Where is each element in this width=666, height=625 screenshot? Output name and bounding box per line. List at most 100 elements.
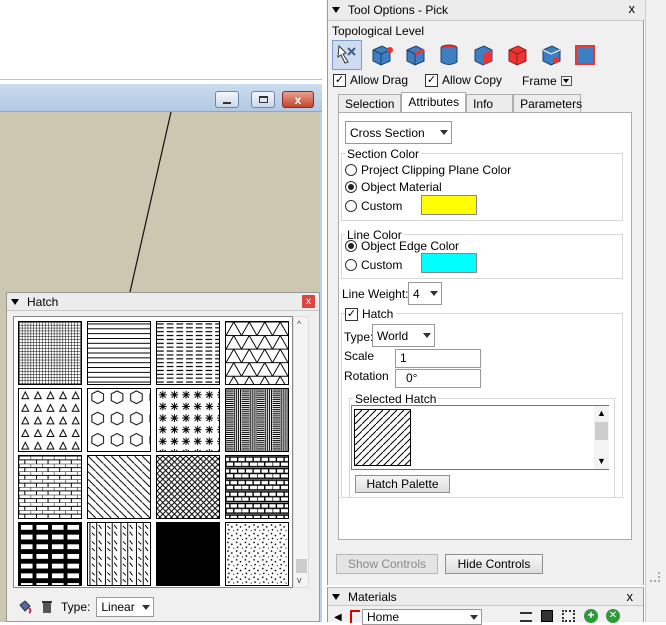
hatch-swatch-dashed-lines[interactable] [156, 321, 220, 385]
section-mode-dropdown[interactable]: Cross Section [345, 121, 452, 144]
app-background-top [0, 0, 322, 80]
component-cube-icon[interactable] [570, 40, 600, 70]
pick-tool-icon[interactable] [332, 40, 362, 70]
tab-parameters[interactable]: Parameters [513, 94, 582, 112]
back-arrow-icon[interactable]: ◀ [334, 612, 342, 623]
list-view-icon[interactable] [520, 612, 532, 622]
selected-hatch-list[interactable]: ▲ ▼ [351, 405, 609, 470]
radio-button-selected[interactable] [345, 240, 357, 252]
tool-options-titlebar[interactable]: Tool Options - Pick x [328, 0, 645, 21]
section-custom-color-swatch[interactable] [421, 195, 477, 215]
hatch-swatch-brick[interactable] [18, 455, 82, 519]
radio-line-custom[interactable]: Custom [345, 258, 402, 272]
color-swatch-icon[interactable] [541, 610, 553, 622]
hatch-panel-close-button[interactable]: x [302, 295, 315, 308]
hatch-swatch-basketweave[interactable] [225, 388, 289, 452]
cylinder-icon[interactable] [434, 40, 464, 70]
solid-cube-icon[interactable] [502, 40, 532, 70]
scroll-thumb[interactable] [296, 559, 307, 573]
allow-drag-check[interactable]: ✓ [333, 73, 346, 87]
hatch-swatch-sand[interactable] [225, 522, 289, 586]
hatch-type-label: Type: [61, 600, 91, 614]
frame-menu[interactable]: Frame [522, 74, 572, 88]
hatch-swatch-triangular-grid[interactable] [225, 321, 289, 385]
hatch-swatch-stars[interactable] [156, 388, 220, 452]
diagonal-lines-pattern [88, 456, 150, 518]
radio-object-edge-color[interactable]: Object Edge Color [345, 239, 459, 253]
allow-drag-checkbox[interactable]: ✓ Allow Drag [333, 73, 408, 87]
refresh-material-icon[interactable]: ✕ [606, 609, 620, 623]
selected-hatch-scrollbar[interactable]: ▲ ▼ [594, 406, 609, 469]
minimize-button[interactable] [215, 91, 239, 108]
radio-project-clipping-color[interactable]: Project Clipping Plane Color [345, 163, 511, 177]
window-close-button[interactable]: x [282, 91, 314, 108]
radio-button[interactable] [345, 200, 357, 212]
scroll-down-icon[interactable]: v [297, 575, 302, 585]
scroll-down-icon[interactable]: ▼ [597, 456, 606, 466]
vertex-cube-icon[interactable] [366, 40, 396, 70]
hatch-swatch-stone[interactable] [225, 455, 289, 519]
topological-level-toolbar [332, 40, 600, 70]
materials-titlebar[interactable]: Materials x [328, 588, 643, 606]
line-custom-color-swatch[interactable] [421, 253, 477, 273]
scroll-up-icon[interactable]: ^ [297, 319, 301, 329]
hatch-palette-button[interactable]: Hatch Palette [355, 475, 450, 493]
hatch-checkbox[interactable]: ✓ Hatch [345, 307, 397, 321]
material-indicator-icon [350, 610, 360, 623]
chevron-down-icon[interactable] [560, 76, 572, 86]
hatch-swatch-grid[interactable] [13, 316, 293, 588]
hatch-grid-scrollbar[interactable]: ^ v [293, 316, 309, 588]
hatch-check[interactable]: ✓ [345, 307, 358, 321]
tool-options-close-button[interactable]: x [629, 2, 636, 15]
allow-copy-check[interactable]: ✓ [425, 73, 438, 87]
show-controls-button[interactable]: Show Controls [336, 554, 438, 574]
collapse-icon[interactable] [11, 298, 19, 305]
resize-grip-icon[interactable] [650, 572, 660, 582]
radio-object-material[interactable]: Object Material [345, 180, 442, 194]
line-weight-label: Line Weight: [342, 287, 409, 301]
hatch-swatch-crosshatch[interactable] [156, 455, 220, 519]
scale-input[interactable]: 1 [395, 349, 481, 368]
tool-options-tabs: Selection Attributes Info Parameters [338, 92, 582, 113]
collapse-icon[interactable] [332, 593, 340, 600]
hatch-swatch-triangles[interactable] [18, 388, 82, 452]
hatch-label: Hatch [362, 307, 394, 321]
scroll-up-icon[interactable]: ▲ [597, 408, 606, 418]
hatch-swatch-diagonal-lines[interactable] [87, 455, 151, 519]
radio-button[interactable] [345, 259, 357, 271]
radio-button-selected[interactable] [345, 181, 357, 193]
edge-cube-icon[interactable] [400, 40, 430, 70]
tab-info[interactable]: Info [466, 94, 514, 112]
hatch-swatch-block[interactable] [18, 522, 82, 586]
hatch-swatch-horizontal-lines[interactable] [87, 321, 151, 385]
trash-icon[interactable] [39, 599, 55, 615]
selected-hatch-preview[interactable] [354, 409, 411, 466]
maximize-button[interactable] [251, 91, 275, 108]
materials-close-button[interactable]: x [627, 590, 634, 603]
tab-selection[interactable]: Selection [338, 94, 402, 112]
collapse-icon[interactable] [332, 7, 340, 13]
hexagons-pattern [88, 389, 150, 451]
face-cube-icon[interactable] [468, 40, 498, 70]
hatch-panel-titlebar[interactable]: Hatch x [7, 293, 319, 311]
topological-level-label: Topological Level [332, 24, 425, 38]
hide-controls-button[interactable]: Hide Controls [445, 554, 543, 574]
hatch-swatch-wood-grain[interactable] [87, 522, 151, 586]
allow-copy-checkbox[interactable]: ✓ Allow Copy [425, 73, 502, 87]
rotation-input[interactable]: 0° [395, 369, 481, 388]
hatch-swatch-solid[interactable] [156, 522, 220, 586]
hatch-type-dropdown[interactable]: Linear [96, 597, 155, 617]
line-weight-dropdown[interactable]: 4 [408, 282, 442, 305]
add-material-icon[interactable]: + [584, 609, 598, 623]
materials-library-dropdown[interactable]: Home [362, 609, 482, 625]
tab-attributes[interactable]: Attributes [401, 92, 467, 113]
hatch-swatch-dense-grid[interactable] [18, 321, 82, 385]
hatch-world-type-dropdown[interactable]: World [372, 324, 435, 347]
grid-view-icon[interactable] [562, 610, 575, 622]
group-cube-icon[interactable] [536, 40, 566, 70]
scroll-thumb[interactable] [595, 422, 608, 440]
hatch-swatch-hexagons[interactable] [87, 388, 151, 452]
radio-button[interactable] [345, 164, 357, 176]
radio-section-custom[interactable]: Custom [345, 199, 402, 213]
paint-bucket-icon[interactable] [17, 599, 33, 615]
